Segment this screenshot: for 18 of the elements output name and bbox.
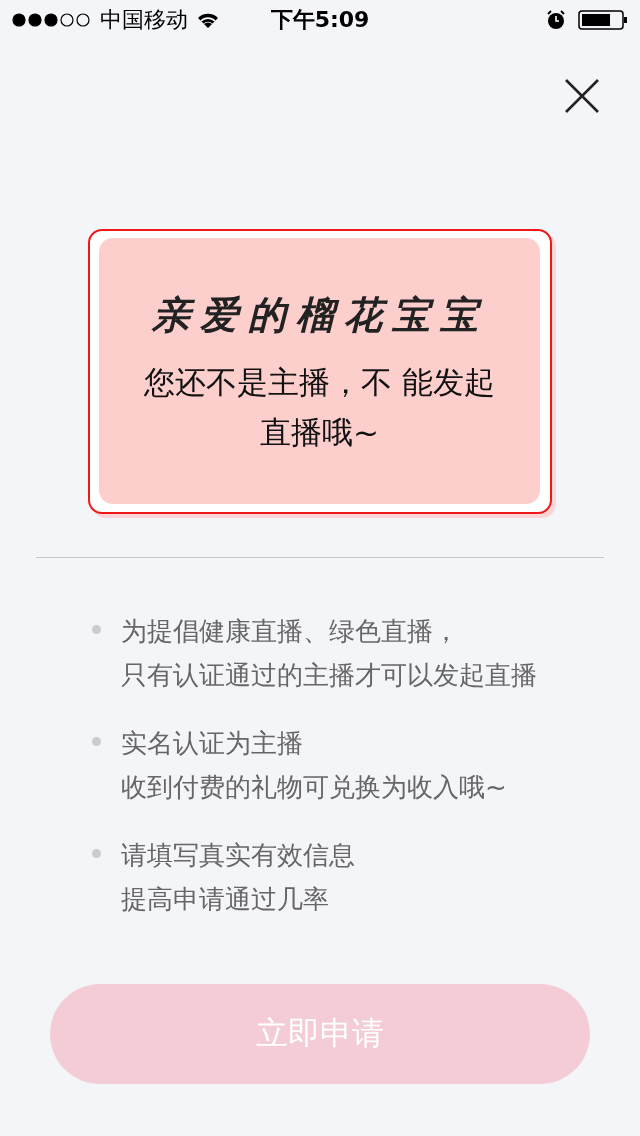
close-icon[interactable] bbox=[564, 78, 600, 114]
tip-text: 请填写真实有效信息 bbox=[121, 839, 355, 872]
card-message: 您还不是主播，不 能发起直播哦~ bbox=[143, 363, 496, 452]
status-time: 下午5:09 bbox=[270, 6, 370, 34]
alarm-clock-icon bbox=[546, 10, 566, 30]
wifi-icon bbox=[196, 11, 220, 29]
bullet-dot bbox=[92, 849, 101, 858]
tip-text: 收到付费的礼物可兑换为收入哦~ bbox=[121, 771, 507, 804]
card-title: 亲爱的榴花宝宝 bbox=[151, 291, 488, 339]
tip-text: 只有认证通过的主播才可以发起直播 bbox=[121, 659, 537, 692]
signal-icon bbox=[12, 13, 92, 27]
bullet-dot bbox=[92, 625, 101, 634]
carrier-name: 中国移动 bbox=[100, 6, 188, 34]
tip-text: 为提倡健康直播、绿色直播， bbox=[121, 615, 460, 648]
bullet-dot bbox=[92, 737, 101, 746]
tip-text: 提高申请通过几率 bbox=[121, 883, 330, 916]
battery-icon bbox=[578, 10, 628, 30]
tip-text: 实名认证为主播 bbox=[121, 727, 304, 760]
